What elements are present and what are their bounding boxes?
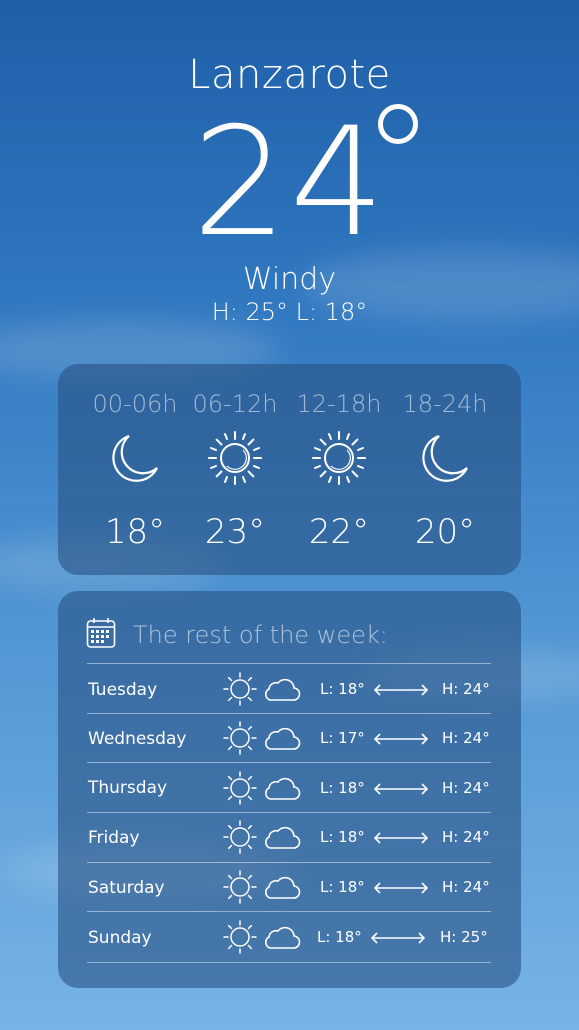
sun-icon: [312, 431, 366, 485]
week-title: The rest of the week:: [133, 621, 388, 649]
sun-icon: [223, 672, 257, 706]
cloud-icon: [265, 826, 301, 849]
day-name: Sunday: [88, 928, 152, 948]
cloud-icon: [265, 876, 301, 899]
cloud-icon: [265, 777, 301, 800]
sun-icon: [223, 920, 257, 954]
period-label: 18-24h: [402, 390, 488, 418]
day-name: Tuesday: [88, 680, 158, 700]
period-temp: 22°: [308, 512, 370, 552]
period-temp: 20°: [414, 512, 476, 552]
cloud-icon: [265, 727, 301, 750]
current-temperature: 24: [192, 96, 387, 270]
range-arrow-icon: [370, 932, 426, 944]
moon-icon: [422, 434, 468, 482]
divider: [87, 663, 491, 664]
divider: [87, 962, 491, 963]
high-temp: H: 24°: [442, 779, 490, 797]
high-temp: H: 24°: [442, 828, 490, 846]
high-temp: H: 24°: [442, 729, 490, 747]
low-temp: L: 17°: [320, 729, 365, 747]
day-name: Wednesday: [88, 729, 187, 749]
high-temp: H: 25°: [440, 928, 488, 946]
current-condition: Windy: [242, 262, 337, 297]
high-temp: H: 24°: [442, 680, 490, 698]
sun-icon: [208, 431, 262, 485]
sun-icon: [223, 820, 257, 854]
moon-icon: [112, 434, 158, 482]
degree-symbol: [378, 104, 418, 144]
range-arrow-icon: [373, 832, 429, 844]
low-temp: L: 18°: [320, 779, 365, 797]
range-arrow-icon: [373, 882, 429, 894]
range-arrow-icon: [373, 733, 429, 745]
calendar-icon: [86, 618, 116, 648]
low-temp: L: 18°: [320, 828, 365, 846]
divider: [87, 812, 491, 813]
high-temp: H: 24°: [442, 878, 490, 896]
sun-icon: [223, 721, 257, 755]
divider: [87, 762, 491, 763]
period-temp: 23°: [204, 512, 266, 552]
period-label: 00-06h: [92, 390, 178, 418]
low-temp: L: 18°: [317, 928, 362, 946]
divider: [87, 911, 491, 912]
range-arrow-icon: [373, 684, 429, 696]
periods-panel: 00-06h 18° 06-12h 23° 12-18h 22° 18-24h …: [58, 364, 521, 575]
week-panel: The rest of the week: Tuesday L: 18° H: …: [58, 591, 521, 988]
day-name: Saturday: [88, 878, 165, 898]
range-arrow-icon: [373, 783, 429, 795]
period-temp: 18°: [104, 512, 166, 552]
low-temp: L: 18°: [320, 878, 365, 896]
sun-icon: [223, 870, 257, 904]
divider: [87, 713, 491, 714]
day-name: Friday: [88, 828, 140, 848]
cloud-icon: [265, 678, 301, 701]
city-name: Lanzarote: [188, 52, 391, 98]
divider: [87, 862, 491, 863]
low-temp: L: 18°: [320, 680, 365, 698]
cloud-icon: [265, 926, 301, 949]
period-label: 12-18h: [296, 390, 382, 418]
period-label: 06-12h: [192, 390, 278, 418]
sun-icon: [223, 771, 257, 805]
high-low: H: 25° L: 18°: [211, 298, 368, 326]
day-name: Thursday: [88, 778, 168, 798]
